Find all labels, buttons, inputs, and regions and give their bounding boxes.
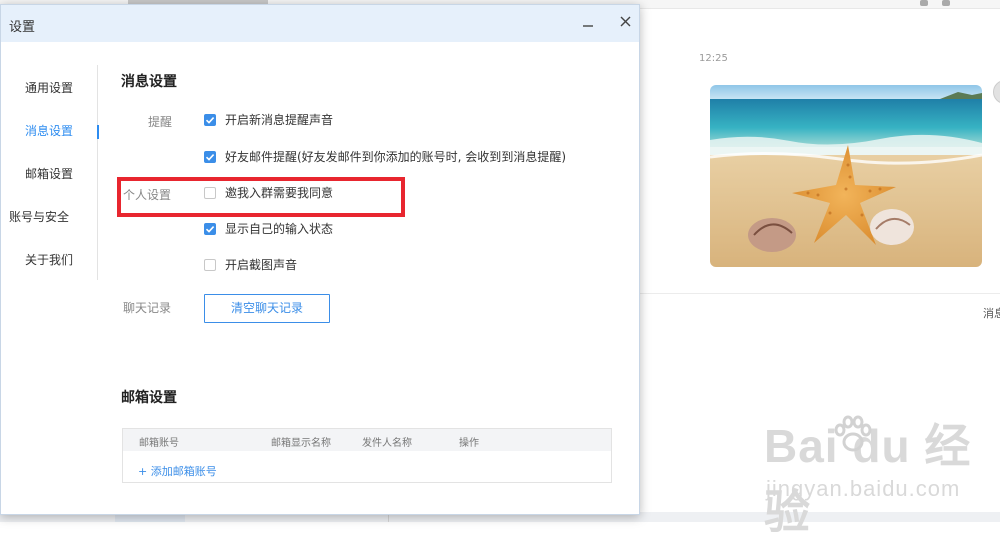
column-header: 操作	[459, 438, 479, 449]
column-header: 邮箱账号	[139, 438, 179, 449]
highlight-annotation-box	[117, 177, 405, 217]
toolbar-icon[interactable]	[942, 0, 950, 6]
settings-sidebar: 通用设置 消息设置 邮箱设置 账号与安全 关于我们	[1, 65, 99, 280]
mail-accounts-table: 邮箱账号 邮箱显示名称 发件人名称 操作 + 添加邮箱账号	[122, 428, 612, 483]
sidebar-item-general[interactable]: 通用设置	[1, 79, 97, 101]
starfish-beach-photo	[710, 85, 982, 267]
column-header: 发件人名称	[362, 438, 412, 449]
baidu-jingyan-watermark: Bai du 经验 jingyan.baidu.com	[764, 410, 996, 538]
minimize-icon	[583, 25, 593, 27]
paw-icon	[831, 414, 875, 462]
section-title-mail-settings: 邮箱设置	[121, 390, 177, 406]
chat-image-message[interactable]	[710, 85, 982, 267]
add-mail-account-link[interactable]: + 添加邮箱账号	[138, 463, 217, 479]
sidebar-item-mailbox[interactable]: 邮箱设置	[1, 165, 97, 187]
table-header: 邮箱账号 邮箱显示名称 发件人名称 操作	[123, 429, 611, 451]
checkbox-checked[interactable]	[204, 151, 216, 163]
dialog-title: 设置	[9, 20, 36, 35]
active-indicator	[97, 125, 99, 139]
option-label: 好友邮件提醒(好友发邮件到你添加的账号时, 会收到到消息提醒)	[225, 150, 566, 164]
settings-dialog: 设置 通用设置 消息设置 邮箱设置 账号与安全 关于我们 消息设置 提醒 开启新…	[0, 4, 640, 515]
sidebar-item-account-security[interactable]: 账号与安全	[9, 208, 97, 230]
sidebar-item-about[interactable]: 关于我们	[1, 251, 97, 273]
option-label: 开启新消息提醒声音	[225, 113, 334, 127]
dialog-title-bar[interactable]: 设置	[1, 5, 639, 42]
option-label: 显示自己的输入状态	[225, 222, 334, 236]
sidebar-item-label: 邮箱设置	[24, 167, 73, 181]
sidebar-item-label: 消息设置	[24, 124, 73, 138]
close-button[interactable]	[615, 11, 637, 33]
partial-message-text: 消息	[983, 307, 1000, 320]
reminder-label: 提醒	[148, 115, 173, 129]
clear-chat-history-button[interactable]: 清空聊天记录	[204, 294, 330, 323]
check-icon	[205, 154, 215, 161]
checkbox-checked[interactable]	[204, 223, 216, 235]
checkbox-checked[interactable]	[204, 114, 216, 126]
check-icon	[205, 117, 215, 124]
minimize-button[interactable]	[577, 11, 599, 33]
watermark-url: jingyan.baidu.com	[766, 476, 961, 501]
close-icon	[620, 16, 631, 27]
option-label: 开启截图声音	[225, 258, 298, 272]
chat-divider	[640, 293, 1000, 294]
sidebar-item-label: 通用设置	[24, 81, 73, 95]
chat-history-label: 聊天记录	[123, 301, 172, 315]
check-icon	[205, 226, 215, 233]
sidebar-item-label: 关于我们	[24, 253, 73, 267]
message-timestamp: 12:25	[699, 53, 728, 64]
checkbox-unchecked[interactable]	[204, 259, 216, 271]
sidebar-item-label: 账号与安全	[9, 210, 70, 224]
column-header: 邮箱显示名称	[271, 438, 331, 449]
toolbar-icon[interactable]	[920, 0, 928, 6]
sidebar-item-messages[interactable]: 消息设置	[1, 122, 99, 144]
section-title-message-settings: 消息设置	[121, 74, 177, 90]
